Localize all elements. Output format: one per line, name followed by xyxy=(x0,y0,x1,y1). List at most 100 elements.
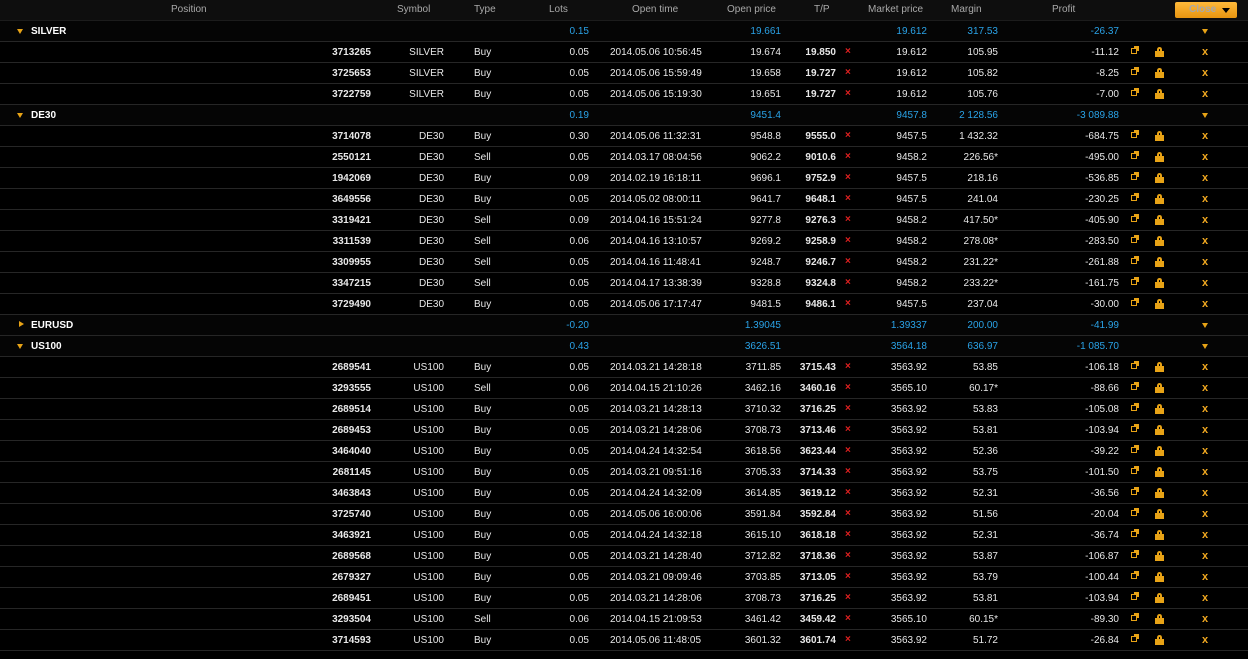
position-tp[interactable]: 3459.42 xyxy=(800,614,836,625)
close-position-x-icon[interactable]: x xyxy=(1202,571,1208,583)
remove-tp-x-icon[interactable]: × xyxy=(845,634,851,645)
expand-icon[interactable] xyxy=(1131,550,1139,558)
expand-icon[interactable] xyxy=(1131,130,1139,138)
triangle-down-icon[interactable] xyxy=(17,29,23,34)
close-position-x-icon[interactable]: x xyxy=(1202,466,1208,478)
col-open-price[interactable]: Open price xyxy=(727,4,776,15)
remove-tp-x-icon[interactable]: × xyxy=(845,130,851,141)
expand-icon[interactable] xyxy=(1131,382,1139,390)
expand-icon[interactable] xyxy=(1131,487,1139,495)
expand-icon[interactable] xyxy=(1131,46,1139,54)
remove-tp-x-icon[interactable]: × xyxy=(845,424,851,435)
expand-icon[interactable] xyxy=(1131,214,1139,222)
triangle-down-icon[interactable] xyxy=(17,344,23,349)
close-position-x-icon[interactable]: x xyxy=(1202,298,1208,310)
group-row[interactable]: US100 0.43 3626.51 3564.18 636.97 -1 085.70 xyxy=(0,336,1248,357)
remove-tp-x-icon[interactable]: × xyxy=(845,382,851,393)
expand-icon[interactable] xyxy=(1131,613,1139,621)
lock-icon[interactable] xyxy=(1155,194,1164,204)
lock-icon[interactable] xyxy=(1155,299,1164,309)
position-tp[interactable]: 19.727 xyxy=(805,68,836,79)
position-tp[interactable]: 9010.6 xyxy=(805,152,836,163)
position-tp[interactable]: 3718.36 xyxy=(800,551,836,562)
close-position-x-icon[interactable]: x xyxy=(1202,487,1208,499)
position-tp[interactable]: 3460.16 xyxy=(800,383,836,394)
lock-icon[interactable] xyxy=(1155,572,1164,582)
close-position-x-icon[interactable]: x xyxy=(1202,172,1208,184)
col-market-price[interactable]: Market price xyxy=(868,4,923,15)
close-position-x-icon[interactable]: x xyxy=(1202,529,1208,541)
remove-tp-x-icon[interactable]: × xyxy=(845,88,851,99)
remove-tp-x-icon[interactable]: × xyxy=(845,592,851,603)
lock-icon[interactable] xyxy=(1155,236,1164,246)
lock-icon[interactable] xyxy=(1155,68,1164,78)
close-position-x-icon[interactable]: x xyxy=(1202,613,1208,625)
position-tp[interactable]: 3623.44 xyxy=(800,446,836,457)
lock-icon[interactable] xyxy=(1155,467,1164,477)
position-tp[interactable]: 3601.74 xyxy=(800,635,836,646)
position-tp[interactable]: 3618.18 xyxy=(800,530,836,541)
position-tp[interactable]: 3713.05 xyxy=(800,572,836,583)
lock-icon[interactable] xyxy=(1155,551,1164,561)
lock-icon[interactable] xyxy=(1155,488,1164,498)
lock-icon[interactable] xyxy=(1155,446,1164,456)
col-tp[interactable]: T/P xyxy=(814,4,830,15)
remove-tp-x-icon[interactable]: × xyxy=(845,172,851,183)
lock-icon[interactable] xyxy=(1155,257,1164,267)
expand-icon[interactable] xyxy=(1131,592,1139,600)
remove-tp-x-icon[interactable]: × xyxy=(845,529,851,540)
lock-icon[interactable] xyxy=(1155,635,1164,645)
lock-icon[interactable] xyxy=(1155,425,1164,435)
lock-icon[interactable] xyxy=(1155,152,1164,162)
remove-tp-x-icon[interactable]: × xyxy=(845,67,851,78)
remove-tp-x-icon[interactable]: × xyxy=(845,550,851,561)
chevron-down-icon[interactable] xyxy=(1202,323,1208,328)
lock-icon[interactable] xyxy=(1155,404,1164,414)
position-tp[interactable]: 19.727 xyxy=(805,89,836,100)
expand-icon[interactable] xyxy=(1131,256,1139,264)
close-position-x-icon[interactable]: x xyxy=(1202,445,1208,457)
close-position-x-icon[interactable]: x xyxy=(1202,193,1208,205)
chevron-down-icon[interactable] xyxy=(1202,29,1208,34)
group-row[interactable]: EURUSD -0.20 1.39045 1.39337 200.00 -41.99 xyxy=(0,315,1248,336)
triangle-down-icon[interactable] xyxy=(17,113,23,118)
lock-icon[interactable] xyxy=(1155,509,1164,519)
expand-icon[interactable] xyxy=(1131,88,1139,96)
remove-tp-x-icon[interactable]: × xyxy=(845,46,851,57)
expand-icon[interactable] xyxy=(1131,466,1139,474)
close-position-x-icon[interactable]: x xyxy=(1202,550,1208,562)
position-tp[interactable]: 9555.0 xyxy=(805,131,836,142)
remove-tp-x-icon[interactable]: × xyxy=(845,214,851,225)
close-position-x-icon[interactable]: x xyxy=(1202,424,1208,436)
remove-tp-x-icon[interactable]: × xyxy=(845,193,851,204)
close-position-x-icon[interactable]: x xyxy=(1202,634,1208,646)
expand-icon[interactable] xyxy=(1131,193,1139,201)
close-position-x-icon[interactable]: x xyxy=(1202,382,1208,394)
lock-icon[interactable] xyxy=(1155,215,1164,225)
position-tp[interactable]: 9246.7 xyxy=(805,257,836,268)
lock-icon[interactable] xyxy=(1155,593,1164,603)
position-tp[interactable]: 3619.12 xyxy=(800,488,836,499)
position-tp[interactable]: 3714.33 xyxy=(800,467,836,478)
close-all-button[interactable]: Close xyxy=(1175,2,1237,18)
group-row[interactable]: SILVER 0.15 19.661 19.612 317.53 -26.37 xyxy=(0,21,1248,42)
col-symbol[interactable]: Symbol xyxy=(397,4,430,15)
close-position-x-icon[interactable]: x xyxy=(1202,277,1208,289)
remove-tp-x-icon[interactable]: × xyxy=(845,613,851,624)
close-position-x-icon[interactable]: x xyxy=(1202,214,1208,226)
close-position-x-icon[interactable]: x xyxy=(1202,46,1208,58)
lock-icon[interactable] xyxy=(1155,383,1164,393)
expand-icon[interactable] xyxy=(1131,151,1139,159)
close-position-x-icon[interactable]: x xyxy=(1202,361,1208,373)
group-row[interactable]: DE30 0.19 9451.4 9457.8 2 128.56 -3 089.88 xyxy=(0,105,1248,126)
position-tp[interactable]: 3713.46 xyxy=(800,425,836,436)
remove-tp-x-icon[interactable]: × xyxy=(845,508,851,519)
position-tp[interactable]: 3715.43 xyxy=(800,362,836,373)
position-tp[interactable]: 9486.1 xyxy=(805,299,836,310)
close-position-x-icon[interactable]: x xyxy=(1202,235,1208,247)
position-tp[interactable]: 9324.8 xyxy=(805,278,836,289)
col-open-time[interactable]: Open time xyxy=(632,4,678,15)
remove-tp-x-icon[interactable]: × xyxy=(845,445,851,456)
position-tp[interactable]: 9276.3 xyxy=(805,215,836,226)
position-tp[interactable]: 3716.25 xyxy=(800,404,836,415)
